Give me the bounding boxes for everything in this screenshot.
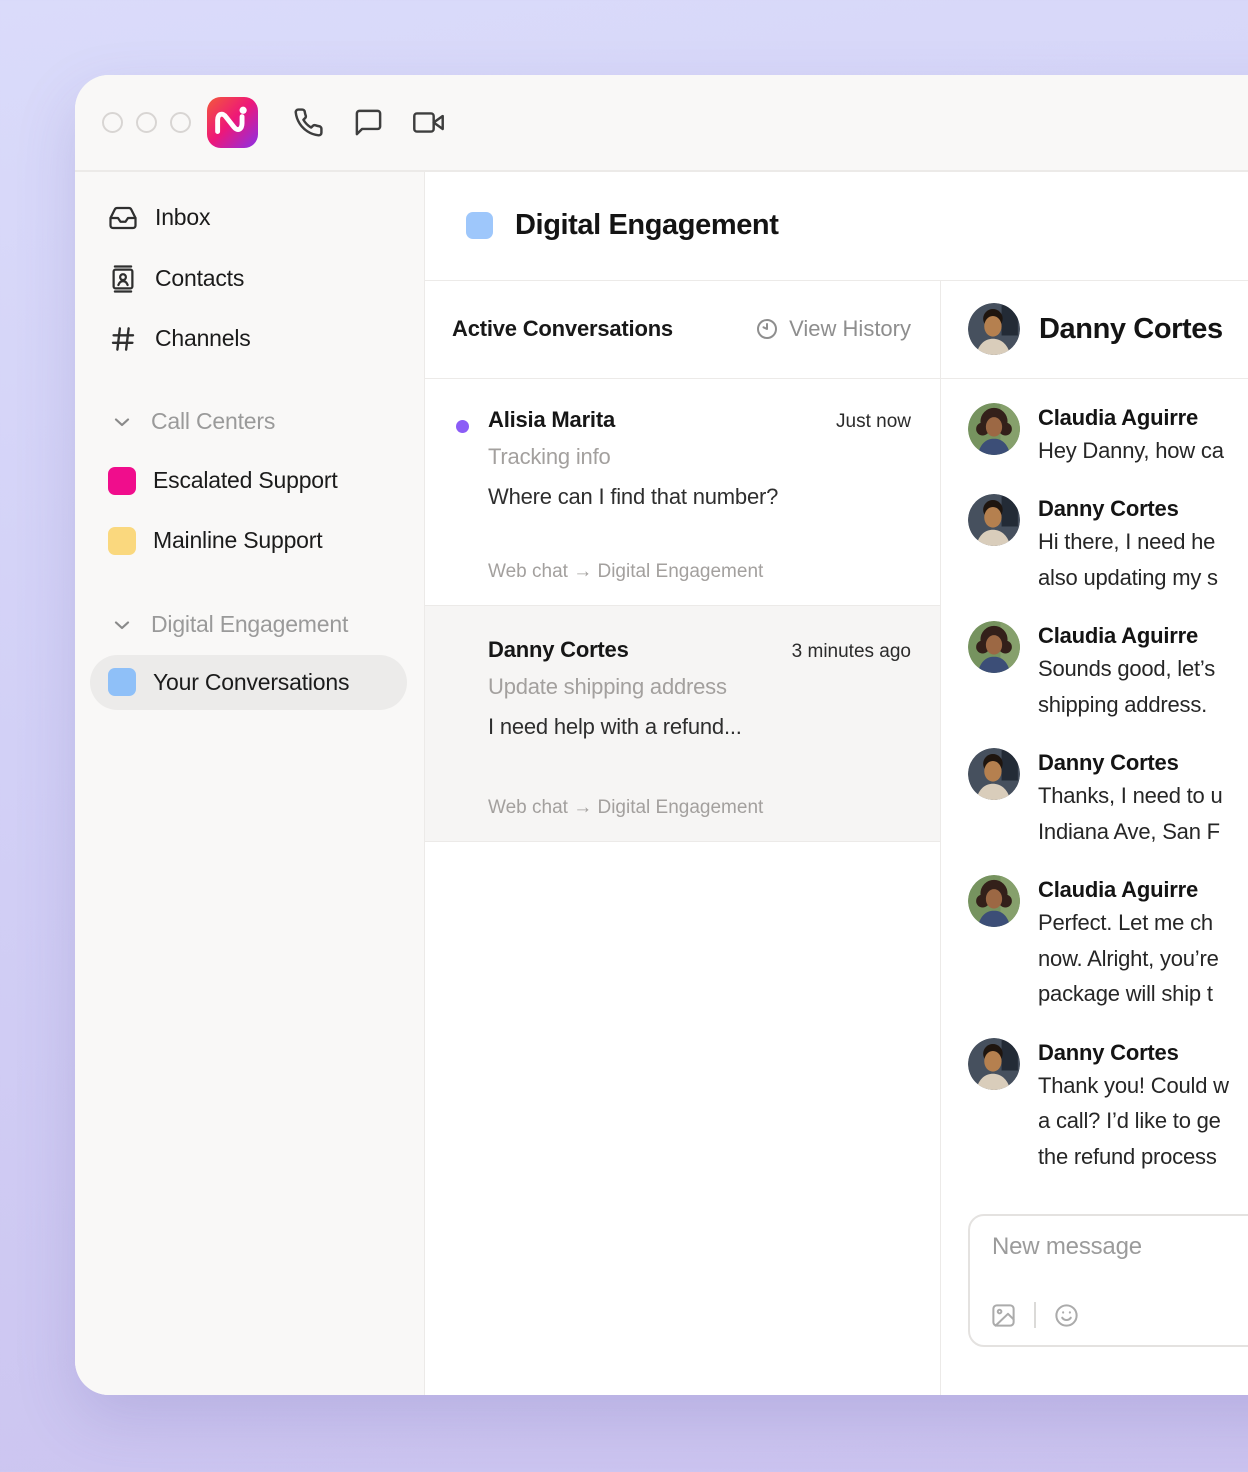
video-camera-icon[interactable]: [413, 107, 444, 138]
sidebar-item-your-conversations[interactable]: Your Conversations: [90, 655, 407, 710]
image-attach-icon[interactable]: [990, 1302, 1017, 1329]
chat-panel: Danny Cortes Claudia Aguirre Hey Danny, …: [941, 281, 1248, 1395]
chat-message: Danny Cortes Thank you! Could w a call? …: [968, 1038, 1248, 1175]
escalated-support-swatch: [108, 467, 136, 495]
chevron-down-icon: [110, 410, 134, 434]
message-text: Thanks, I need to u: [1038, 778, 1223, 814]
conversation-channel: Web chat → Digital Engagement: [488, 561, 763, 583]
conversation-subject: Update shipping address: [488, 674, 911, 700]
phone-icon[interactable]: [293, 107, 324, 138]
conversation-item[interactable]: Alisia Marita Just now Tracking info Whe…: [425, 379, 940, 606]
window-control-dot[interactable]: [136, 112, 157, 133]
sidebar-item-label: Contacts: [155, 265, 244, 292]
clock-icon: [755, 317, 779, 341]
sidebar-section-label: Digital Engagement: [151, 611, 348, 638]
message-text: now. Alright, you’re: [1038, 941, 1219, 977]
composer-toolbar: [990, 1302, 1080, 1329]
avatar-danny-cortes: [968, 494, 1020, 546]
mainline-support-swatch: [108, 527, 136, 555]
active-conversations-title: Active Conversations: [452, 316, 673, 342]
conversation-time: Just now: [836, 411, 911, 433]
conversation-list-header: Active Conversations View History: [425, 281, 940, 379]
message-composer: [968, 1214, 1248, 1347]
sidebar-section-label: Call Centers: [151, 408, 275, 435]
window-control-dot[interactable]: [102, 112, 123, 133]
chat-contact-name: Danny Cortes: [1039, 313, 1223, 346]
message-text: Indiana Ave, San F: [1038, 814, 1223, 850]
window-controls: [102, 112, 191, 133]
sidebar-item-label: Your Conversations: [153, 669, 349, 696]
page-header: Digital Engagement: [425, 172, 1248, 281]
message-list: Claudia Aguirre Hey Danny, how ca Danny …: [941, 379, 1248, 1175]
unread-dot: [456, 420, 469, 433]
sidebar-section-call-centers[interactable]: Call Centers: [75, 400, 410, 444]
conversation-name: Danny Cortes: [488, 637, 629, 663]
message-bubble-icon[interactable]: [353, 107, 384, 138]
message-sender: Danny Cortes: [1038, 1038, 1229, 1068]
sidebar-item-label: Escalated Support: [153, 467, 338, 494]
avatar-danny-cortes: [968, 1038, 1020, 1090]
chat-message: Danny Cortes Hi there, I need he also up…: [968, 494, 1248, 595]
inbox-icon: [108, 203, 138, 233]
avatar-danny-cortes: [968, 748, 1020, 800]
conversation-channel: Web chat → Digital Engagement: [488, 797, 763, 819]
page-title: Digital Engagement: [515, 209, 779, 242]
chat-message: Danny Cortes Thanks, I need to u Indiana…: [968, 748, 1248, 849]
message-sender: Claudia Aguirre: [1038, 621, 1215, 651]
message-text: Hey Danny, how ca: [1038, 433, 1224, 469]
sidebar-item-label: Mainline Support: [153, 527, 322, 554]
app-logo-ai-icon: [207, 97, 258, 148]
window-control-dot[interactable]: [170, 112, 191, 133]
composer-divider: [1034, 1302, 1036, 1328]
conversation-preview: I need help with a refund...: [488, 714, 911, 740]
hash-icon: [108, 324, 138, 354]
chat-header: Danny Cortes: [941, 281, 1248, 379]
your-conversations-swatch: [108, 668, 136, 696]
message-sender: Claudia Aguirre: [1038, 875, 1219, 905]
message-sender: Claudia Aguirre: [1038, 403, 1224, 433]
message-text: also updating my s: [1038, 560, 1218, 596]
chat-message: Claudia Aguirre Sounds good, let’s shipp…: [968, 621, 1248, 722]
conversation-name: Alisia Marita: [488, 407, 615, 433]
sidebar-item-channels[interactable]: Channels: [75, 317, 410, 361]
chat-message: Claudia Aguirre Perfect. Let me ch now. …: [968, 875, 1248, 1012]
chevron-down-icon: [110, 613, 134, 637]
window-toolbar: [75, 75, 1248, 170]
message-text: Thank you! Could w: [1038, 1068, 1229, 1104]
sidebar-item-escalated-support[interactable]: Escalated Support: [75, 459, 410, 503]
sidebar-item-inbox[interactable]: Inbox: [75, 196, 410, 240]
avatar-danny-cortes: [968, 303, 1020, 355]
message-text: Perfect. Let me ch: [1038, 905, 1219, 941]
sidebar: Inbox Contacts: [75, 172, 425, 1395]
message-text: shipping address.: [1038, 687, 1215, 723]
message-text: a call? I’d like to ge: [1038, 1103, 1229, 1139]
conversation-time: 3 minutes ago: [792, 641, 911, 663]
conversation-item[interactable]: Danny Cortes 3 minutes ago Update shippi…: [425, 606, 940, 842]
app-window: Inbox Contacts: [75, 75, 1248, 1395]
digital-engagement-swatch: [466, 212, 493, 239]
avatar-claudia-aguirre: [968, 621, 1020, 673]
view-history-button[interactable]: View History: [755, 316, 911, 342]
conversation-subject: Tracking info: [488, 444, 911, 470]
conversation-preview: Where can I find that number?: [488, 484, 911, 510]
sidebar-item-mainline-support[interactable]: Mainline Support: [75, 519, 410, 563]
contact-card-icon: [108, 264, 138, 294]
message-text: Hi there, I need he: [1038, 524, 1218, 560]
sidebar-item-contacts[interactable]: Contacts: [75, 257, 410, 301]
chat-message: Claudia Aguirre Hey Danny, how ca: [968, 403, 1248, 469]
message-text: Sounds good, let’s: [1038, 651, 1215, 687]
sidebar-item-label: Channels: [155, 325, 251, 352]
emoji-icon[interactable]: [1053, 1302, 1080, 1329]
sidebar-item-label: Inbox: [155, 204, 210, 231]
new-message-input[interactable]: [990, 1232, 1248, 1262]
avatar-claudia-aguirre: [968, 875, 1020, 927]
conversation-list-panel: Active Conversations View History: [425, 281, 941, 1395]
message-text: the refund process: [1038, 1139, 1229, 1175]
avatar-claudia-aguirre: [968, 403, 1020, 455]
view-history-label: View History: [789, 316, 911, 342]
sidebar-section-digital-engagement[interactable]: Digital Engagement: [75, 603, 410, 647]
message-sender: Danny Cortes: [1038, 748, 1223, 778]
message-text: package will ship t: [1038, 976, 1219, 1012]
message-sender: Danny Cortes: [1038, 494, 1218, 524]
